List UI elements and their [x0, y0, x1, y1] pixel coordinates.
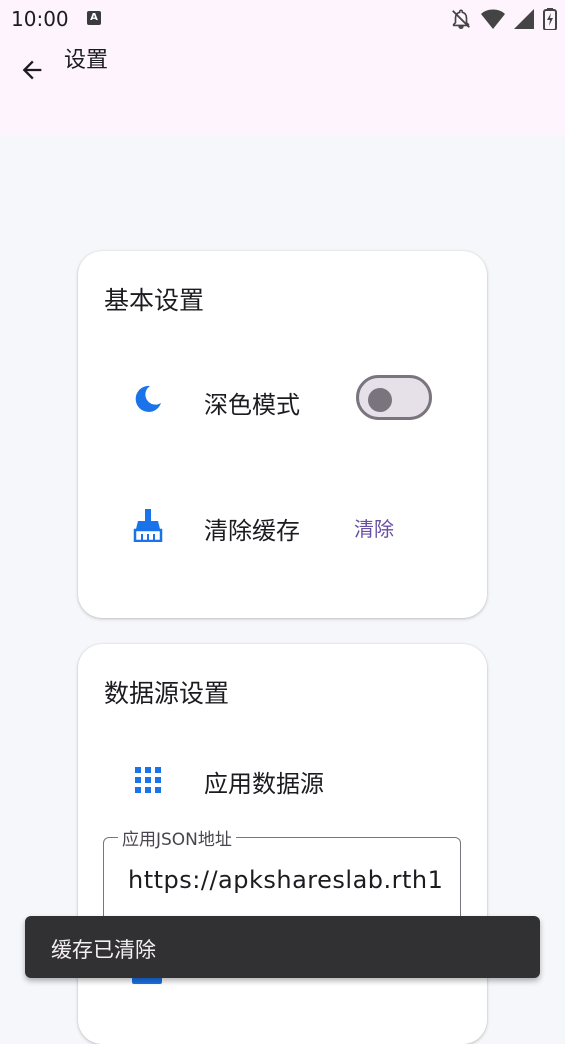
clear-cache-button[interactable]: 清除: [354, 513, 394, 542]
arrow-back-icon: [22, 60, 42, 80]
battery-charging-icon: [543, 8, 557, 30]
snackbar: 缓存已清除: [25, 916, 540, 978]
top-app-bar: 设置: [0, 38, 565, 136]
status-icons: [450, 7, 557, 31]
dark-mode-label: 深色模式: [204, 391, 300, 419]
app-data-source-label: 应用数据源: [204, 770, 324, 798]
basic-settings-card: 基本设置 深色模式 清除缓存 清除: [78, 251, 487, 618]
status-time: 10:00: [11, 7, 69, 31]
back-button[interactable]: [12, 52, 52, 88]
dark-mode-switch[interactable]: [356, 375, 432, 420]
data-source-settings-title: 数据源设置: [104, 679, 230, 708]
clear-cache-label: 清除缓存: [204, 517, 300, 545]
json-url-input[interactable]: https://apkshareslab.rth1.: [128, 866, 442, 894]
apps-grid-icon: [132, 764, 164, 796]
broom-icon: [132, 509, 164, 542]
status-bar: 10:00 A: [0, 0, 565, 38]
signal-icon: [514, 9, 534, 29]
data-source-settings-card: 数据源设置 应用数据源 应用JSON地址 https://apksharesla…: [78, 644, 487, 1044]
wifi-icon: [481, 9, 505, 29]
json-url-field-label: 应用JSON地址: [118, 825, 236, 850]
moon-icon: [132, 383, 164, 415]
basic-settings-title: 基本设置: [104, 286, 205, 315]
notifications-off-icon: [452, 9, 470, 29]
page-title: 设置: [64, 48, 109, 73]
a-badge-icon: A: [87, 11, 101, 25]
snackbar-message: 缓存已清除: [51, 938, 156, 962]
switch-thumb: [368, 388, 392, 412]
